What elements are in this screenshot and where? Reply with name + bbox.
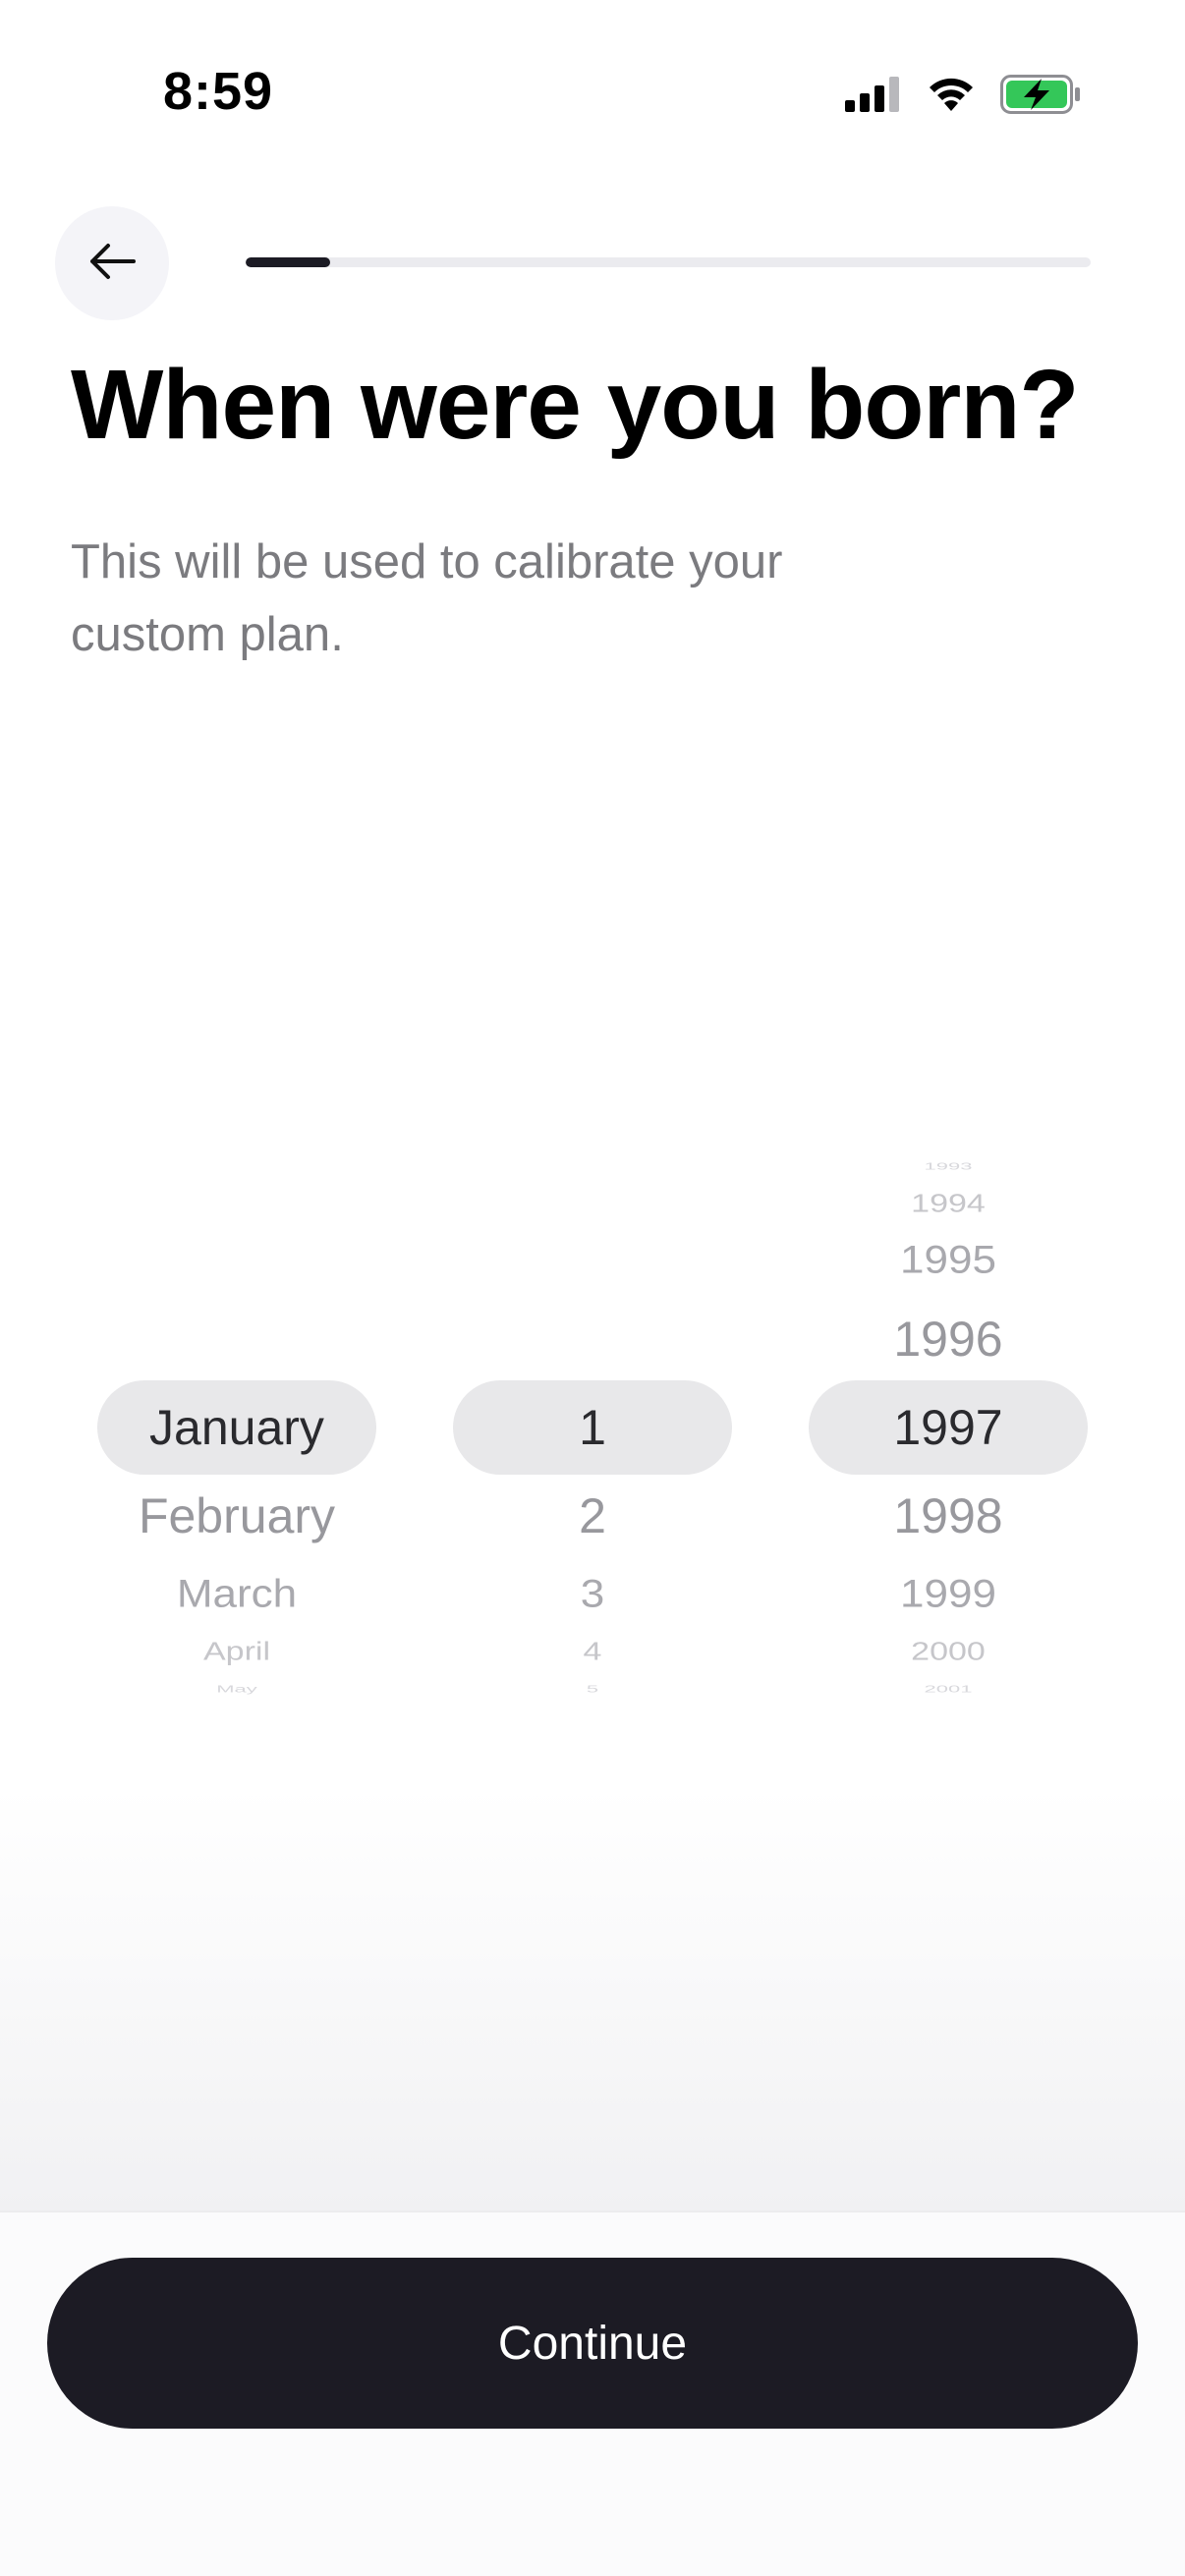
- year-option[interactable]: 1993: [809, 1160, 1088, 1172]
- day-wheel[interactable]: 1 2 3 4 5: [453, 1159, 732, 1694]
- bottom-fade: [0, 1788, 1185, 2211]
- year-option[interactable]: 1998: [809, 1486, 1088, 1545]
- page-subtitle: This will be used to calibrate your cust…: [71, 535, 783, 661]
- year-option[interactable]: 1995: [809, 1237, 1088, 1284]
- page-title: When were you born?: [71, 350, 1079, 460]
- year-option[interactable]: 1994: [809, 1189, 1088, 1219]
- year-wheel[interactable]: 1993 1994 1995 1996 1997 1998 1999 2000 2001: [809, 1159, 1088, 1694]
- month-option[interactable]: March: [97, 1571, 376, 1618]
- month-option[interactable]: May: [97, 1683, 376, 1695]
- year-option[interactable]: 2001: [809, 1683, 1088, 1695]
- cellular-signal-icon: [845, 77, 902, 117]
- month-wheel[interactable]: January February March April May: [97, 1159, 376, 1694]
- status-time: 8:59: [163, 62, 274, 121]
- birthdate-screen: 8:59 When were you born? This will be us…: [0, 0, 1185, 2576]
- year-option[interactable]: 1999: [809, 1571, 1088, 1618]
- month-option[interactable]: February: [97, 1486, 376, 1545]
- date-picker[interactable]: January February March April May 12345 1993 1…: [0, 1159, 1185, 1694]
- continue-button[interactable]: Continue: [47, 2258, 1138, 2429]
- year-option-selected[interactable]: 1997: [809, 1398, 1088, 1457]
- year-option[interactable]: 1996: [809, 1310, 1088, 1369]
- progress-fill: [246, 257, 330, 267]
- day-option-selected[interactable]: 1: [453, 1398, 732, 1457]
- back-button[interactable]: [55, 206, 169, 320]
- arrow-left-icon: [86, 242, 138, 286]
- status-icons: [845, 75, 1081, 119]
- day-option[interactable]: 4: [453, 1637, 732, 1667]
- month-option[interactable]: April: [97, 1637, 376, 1667]
- day-option[interactable]: 5: [453, 1683, 732, 1695]
- year-option[interactable]: 2000: [809, 1637, 1088, 1667]
- battery-charging-icon: [1000, 75, 1081, 119]
- day-option[interactable]: 2: [453, 1486, 732, 1545]
- month-option-selected[interactable]: January: [97, 1398, 376, 1457]
- wifi-icon: [926, 76, 977, 118]
- day-option[interactable]: 3: [453, 1571, 732, 1618]
- onboarding-progress-bar: [246, 257, 1091, 267]
